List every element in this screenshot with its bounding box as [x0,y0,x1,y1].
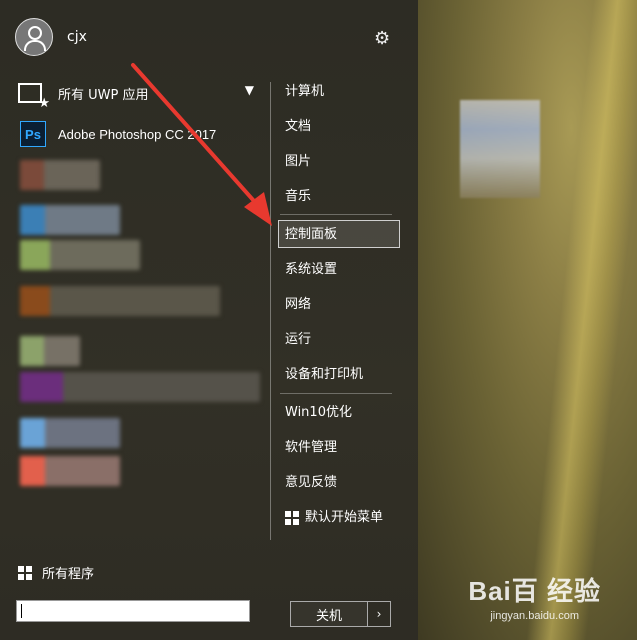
annotation-arrow [131,63,272,226]
arrow-shaft [131,63,264,212]
